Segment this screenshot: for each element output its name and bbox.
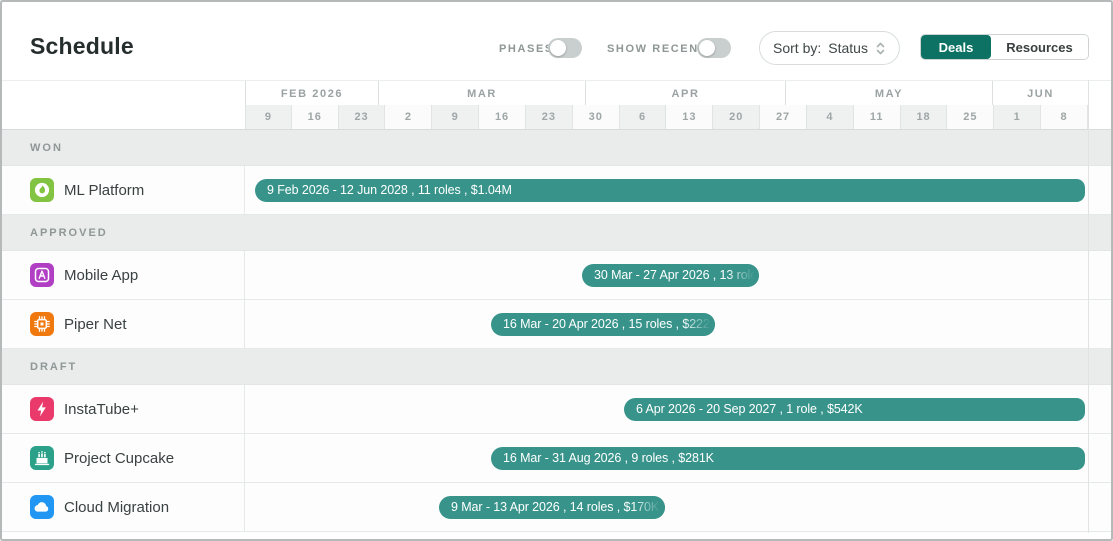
section-label: DRAFT — [30, 361, 77, 373]
week-date-label: 27 — [760, 105, 807, 129]
project-label-piper-net[interactable]: Piper Net — [2, 300, 245, 348]
deal-bar[interactable]: 9 Feb 2026 - 12 Jun 2028 , 11 roles , $1… — [255, 179, 1085, 202]
show-recent-toggle[interactable] — [697, 38, 731, 58]
month-label: FEB 2026 — [245, 81, 378, 106]
deal-bar[interactable]: 9 Mar - 13 Apr 2026 , 14 roles , $170K — [439, 496, 665, 519]
chart-right-edge — [1088, 80, 1089, 533]
phases-toggle[interactable] — [548, 38, 582, 58]
week-date-label: 13 — [666, 105, 713, 129]
tab-resources[interactable]: Resources — [991, 35, 1088, 59]
project-row: Mobile App 30 Mar - 27 Apr 2026 , 13 role… — [2, 251, 1113, 300]
project-row: Piper Net 16 Mar - 20 Apr 2026 , 15 roles… — [2, 300, 1113, 349]
project-row: Project Cupcake 16 Mar - 31 Aug 2026 , 9 … — [2, 434, 1113, 483]
project-name: ML Platform — [64, 182, 144, 199]
week-date-label: 4 — [807, 105, 854, 129]
deal-bar-label: 9 Feb 2026 - 12 Jun 2028 , 11 roles , $1… — [255, 179, 1085, 202]
project-name: Cloud Migration — [64, 499, 169, 516]
project-name: Project Cupcake — [64, 450, 174, 467]
project-row: InstaTube+ 6 Apr 2026 - 20 Sep 2027 , 1 r… — [2, 385, 1113, 434]
project-row: Cloud Migration 9 Mar - 13 Apr 2026 , 14 … — [2, 483, 1113, 532]
chip-icon — [30, 312, 54, 336]
week-date-label: 25 — [947, 105, 994, 129]
project-name: Mobile App — [64, 267, 138, 284]
month-label: MAR — [378, 81, 585, 106]
section-label: APPROVED — [30, 227, 108, 239]
section-header-won: WON — [2, 130, 1113, 166]
show-recent-toggle-label: SHOW RECENT — [607, 43, 707, 55]
section-header-approved: APPROVED — [2, 215, 1113, 251]
schedule-body: WON ML Platform 9 Feb 2026 - 12 Jun 2028 ,… — [2, 130, 1113, 539]
bolt-icon — [30, 397, 54, 421]
project-name: Piper Net — [64, 316, 127, 333]
deal-bar-label: 30 Mar - 27 Apr 2026 , 13 roles — [582, 264, 759, 287]
project-label-instatube-[interactable]: InstaTube+ — [2, 385, 245, 433]
project-label-cloud-migration[interactable]: Cloud Migration — [2, 483, 245, 531]
deal-bar[interactable]: 16 Mar - 20 Apr 2026 , 15 roles , $222K — [491, 313, 715, 336]
project-label-ml-platform[interactable]: ML Platform — [2, 166, 245, 214]
toolbar: Schedule PHASES SHOW RECENT Sort by: Sta… — [2, 2, 1111, 80]
sort-by-dropdown[interactable]: Sort by: Status — [759, 31, 900, 65]
tab-deals[interactable]: Deals — [921, 35, 991, 59]
month-label: MAY — [785, 81, 992, 106]
section-label: WON — [30, 142, 63, 154]
timeline-weeks: 91623291623306132027411182518 — [2, 105, 1113, 130]
deal-bar[interactable]: 6 Apr 2026 - 20 Sep 2027 , 1 role , $542… — [624, 398, 1085, 421]
week-date-label: 20 — [713, 105, 760, 129]
deal-bar[interactable]: 30 Mar - 27 Apr 2026 , 13 roles — [582, 264, 759, 287]
project-label-mobile-app[interactable]: Mobile App — [2, 251, 245, 299]
toggle-knob — [699, 40, 715, 56]
page-title: Schedule — [30, 33, 134, 60]
deal-bar[interactable]: 16 Mar - 31 Aug 2026 , 9 roles , $281K — [491, 447, 1085, 470]
week-date-label: 2 — [385, 105, 432, 129]
cloud-icon — [30, 495, 54, 519]
project-name: InstaTube+ — [64, 401, 139, 418]
month-label: JUN — [992, 81, 1088, 106]
week-date-label: 6 — [620, 105, 667, 129]
week-date-label: 18 — [901, 105, 948, 129]
section-header-draft: DRAFT — [2, 349, 1113, 385]
bird-icon — [30, 178, 54, 202]
sort-by-value: Status — [828, 40, 868, 56]
toggle-knob — [550, 40, 566, 56]
week-date-label: 30 — [573, 105, 620, 129]
week-date-label: 23 — [339, 105, 386, 129]
up-down-chevron-icon — [875, 41, 886, 56]
project-label-project-cupcake[interactable]: Project Cupcake — [2, 434, 245, 482]
appstore-icon — [30, 263, 54, 287]
sort-by-prefix: Sort by: — [773, 40, 821, 56]
schedule-app: Schedule PHASES SHOW RECENT Sort by: Sta… — [0, 0, 1113, 541]
project-row: ML Platform 9 Feb 2026 - 12 Jun 2028 , 11… — [2, 166, 1113, 215]
week-date-label: 16 — [479, 105, 526, 129]
deal-bar-label: 16 Mar - 20 Apr 2026 , 15 roles , $222K — [491, 313, 715, 336]
week-date-label: 11 — [854, 105, 901, 129]
deal-bar-label: 6 Apr 2026 - 20 Sep 2027 , 1 role , $542… — [624, 398, 1085, 421]
view-switch: Deals Resources — [920, 34, 1089, 60]
week-date-label: 23 — [526, 105, 573, 129]
phases-toggle-label: PHASES — [499, 43, 554, 55]
week-date-label: 9 — [245, 105, 292, 129]
cake-icon — [30, 446, 54, 470]
deal-bar-label: 9 Mar - 13 Apr 2026 , 14 roles , $170K — [439, 496, 665, 519]
week-date-label: 9 — [432, 105, 479, 129]
week-date-label: 16 — [292, 105, 339, 129]
week-date-label: 1 — [994, 105, 1041, 129]
timeline-months: FEB 2026MARAPRMAYJUN — [2, 80, 1113, 105]
deal-bar-label: 16 Mar - 31 Aug 2026 , 9 roles , $281K — [491, 447, 1085, 470]
week-date-label: 8 — [1041, 105, 1088, 129]
month-label: APR — [585, 81, 785, 106]
